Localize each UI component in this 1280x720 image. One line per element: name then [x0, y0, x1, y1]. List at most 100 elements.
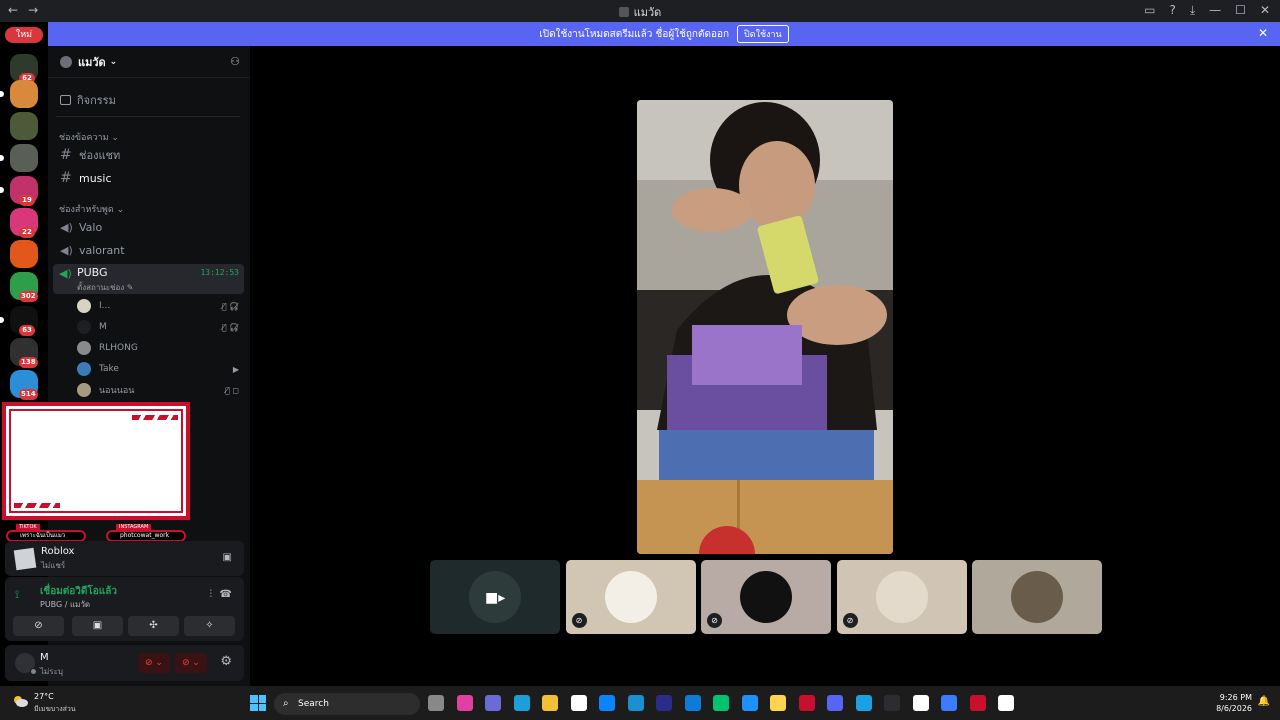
search-placeholder: Search — [298, 699, 329, 709]
channel-text-2[interactable]: # music — [58, 168, 244, 188]
server-icon[interactable] — [10, 80, 38, 108]
taskbar-app-icon[interactable] — [570, 695, 587, 711]
download-icon[interactable]: ⤓ — [1190, 3, 1195, 18]
maximize-icon[interactable]: ☐ — [1235, 3, 1246, 18]
taskbar-app-icon[interactable] — [941, 695, 957, 711]
share-screen-icon[interactable]: ▣ — [223, 552, 232, 563]
server-icon[interactable] — [10, 112, 38, 140]
video-camera-icon: ■▸ — [485, 590, 506, 606]
category-voice-channels[interactable]: ช่องสำหรับพูด ⌄ — [59, 202, 124, 216]
participant-tile[interactable] — [972, 560, 1102, 634]
events-link[interactable]: กิจกรรม — [60, 91, 116, 109]
taskbar-app-icon[interactable] — [770, 695, 786, 711]
set-channel-status[interactable]: ตั้งสถานะช่อง ✎ — [77, 281, 133, 294]
voice-connected-panel: ⟟ เชื่อมต่อวิดีโอแล้ว PUBG / แมวัด ⫶ ☎ ⊘… — [5, 577, 244, 641]
inbox-icon[interactable]: ▭ — [1144, 3, 1155, 18]
notification-bell-icon[interactable]: 🔔 — [1258, 696, 1270, 707]
taskbar-app-icon[interactable] — [599, 695, 615, 711]
avatar — [77, 383, 91, 397]
voice-user-name: Take — [99, 364, 119, 374]
main-video-feed[interactable] — [637, 100, 893, 554]
close-icon[interactable]: ✕ — [1260, 3, 1270, 18]
voice-user[interactable]: I... 🎙̸ 🎧̸ — [77, 296, 243, 316]
taskbar-app-icon[interactable] — [428, 695, 444, 711]
voice-user[interactable]: RLHONG — [77, 338, 243, 358]
channel-voice-1[interactable]: ◀) Valo — [58, 217, 244, 237]
taskbar-app-icon[interactable] — [998, 695, 1014, 711]
share-screen-button[interactable]: ▣ — [72, 616, 123, 636]
taskbar-app-icon[interactable] — [912, 695, 929, 711]
taskbar-app-icon[interactable] — [884, 695, 900, 711]
search-box[interactable]: ⌕ Search — [274, 693, 420, 715]
category-label: ช่องสำหรับพูด — [59, 205, 114, 215]
taskbar-app-icon[interactable] — [827, 695, 843, 711]
camera-toggle-button[interactable]: ⊘ — [13, 616, 64, 636]
video-frame-image — [637, 100, 893, 554]
disconnect-icon[interactable]: ☎ — [220, 589, 232, 600]
taskbar-app-icon[interactable] — [684, 695, 701, 711]
taskbar-app-icon[interactable] — [542, 695, 558, 711]
taskbar-app-icon[interactable] — [713, 695, 729, 711]
voice-user[interactable]: นอนนอน 🎙̸ ◻ — [77, 380, 243, 400]
mention-badge: 63 — [19, 325, 35, 336]
unread-indicator — [0, 155, 4, 161]
channel-name: ช่องแชท — [79, 149, 121, 162]
username[interactable]: M — [40, 652, 49, 663]
taskbar-app-icon[interactable] — [741, 695, 758, 711]
channel-name: music — [79, 171, 112, 185]
active-voice-channel[interactable]: ◀) PUBG 13:12:53 ตั้งสถานะช่อง ✎ — [53, 264, 244, 294]
guild-header[interactable]: แมวัด ⌄ ⚇ — [48, 46, 250, 78]
title-bar: ← → แมวัด ▭? ⤓ — ☐ ✕ — [0, 0, 1280, 22]
voice-user[interactable]: Take ▶ — [77, 359, 243, 379]
taskbar-app-icon[interactable] — [513, 695, 530, 711]
mute-button[interactable]: ⊘ ⌄ — [138, 653, 170, 673]
participant-tile[interactable]: ⊘ — [565, 560, 696, 634]
banner-close-icon[interactable]: ✕ — [1258, 26, 1268, 40]
system-clock[interactable]: 9:26 PM 8/6/2026 — [1216, 692, 1252, 714]
weather-widget[interactable]: 27°C มีเมฆบางส่วน — [10, 691, 90, 715]
taskbar-app-icon[interactable] — [456, 695, 473, 711]
server-icon[interactable] — [10, 240, 38, 268]
taskbar-app-icon[interactable] — [656, 695, 672, 711]
taskbar-app-icon[interactable] — [969, 695, 986, 711]
voice-state-icon: 🎙̸ ◻ — [225, 385, 239, 395]
divider — [56, 116, 240, 117]
channel-voice-2[interactable]: ◀) valorant — [58, 240, 244, 260]
avatar — [740, 571, 792, 623]
avatar — [604, 571, 657, 623]
temperature: 27°C — [34, 692, 54, 701]
voice-user-name: I... — [99, 301, 111, 311]
clock-date: 8/6/2026 — [1216, 704, 1252, 713]
voice-status[interactable]: เชื่อมต่อวิดีโอแล้ว — [40, 584, 117, 599]
soundboard-button[interactable]: ✧ — [184, 616, 235, 636]
soundboard-icon: ✧ — [205, 620, 214, 631]
mention-badge: 138 — [19, 357, 38, 368]
speaker-icon: ◀) — [60, 243, 73, 257]
start-icon[interactable] — [250, 695, 266, 711]
server-icon[interactable] — [10, 144, 38, 172]
help-icon[interactable]: ? — [1169, 3, 1175, 18]
window-title: แมวัด — [0, 3, 1280, 21]
channel-timer: 13:12:53 — [200, 268, 239, 277]
noise-suppression-icon[interactable]: ⫶ — [210, 589, 213, 600]
tiktok-handle: เพราะฉันเป็นแมว — [20, 532, 66, 539]
minimize-icon[interactable]: — — [1209, 3, 1221, 18]
activities-button[interactable]: ✣ — [128, 616, 179, 636]
participant-tile[interactable]: ■▸ — [430, 560, 560, 634]
disable-streamer-button[interactable]: ปิดใช้งาน — [737, 25, 789, 43]
gear-icon[interactable]: ⚙ — [220, 654, 232, 669]
taskbar-app-icon[interactable] — [855, 695, 872, 711]
category-text-channels[interactable]: ช่องข้อความ ⌄ — [59, 130, 119, 144]
voice-location[interactable]: PUBG / แมวัด — [40, 598, 90, 611]
taskbar-app-icon[interactable] — [798, 695, 815, 711]
participant-tile[interactable]: ⊘ — [836, 560, 967, 634]
deafen-button[interactable]: ⊘ ⌄ — [175, 653, 207, 673]
taskbar-app-icon[interactable] — [627, 695, 644, 711]
taskbar-app-icon[interactable] — [485, 695, 501, 711]
add-user-icon[interactable]: ⚇ — [230, 55, 240, 68]
app-window: ← → แมวัด ▭? ⤓ — ☐ ✕ ใหม่ 62 19 22 302 63 138 514 … — [0, 0, 1280, 720]
new-unreads-pill[interactable]: ใหม่ — [5, 27, 43, 43]
voice-user[interactable]: M 🎙̸ 🎧̸ — [77, 317, 243, 337]
channel-text-1[interactable]: # ช่องแชท — [58, 145, 244, 165]
participant-tile[interactable]: ⊘ — [701, 560, 831, 634]
